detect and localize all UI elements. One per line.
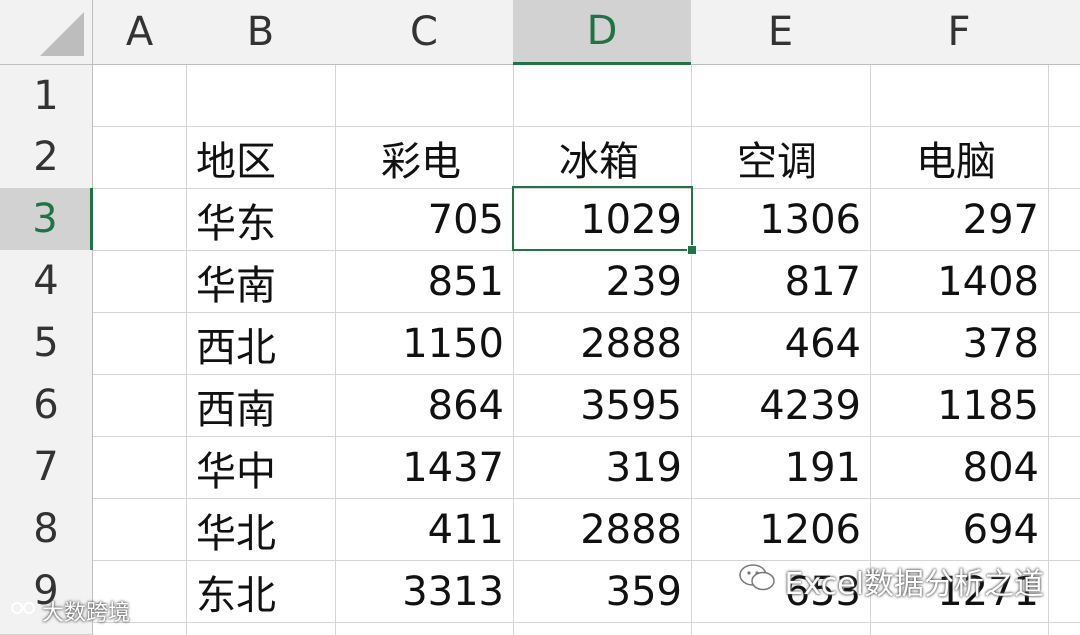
cell-E3[interactable]: 1306 (691, 188, 871, 251)
cell-F2[interactable]: 电脑 (870, 126, 1049, 189)
cell-B8[interactable]: 华北 (186, 498, 336, 561)
watermark-left: 大数跨境 (10, 595, 130, 627)
cell-F4[interactable]: 1408 (870, 250, 1049, 313)
select-all-corner[interactable] (0, 0, 93, 65)
watermark-right: Excel数据分析之道 (737, 559, 1044, 603)
cell-F7[interactable]: 804 (870, 436, 1049, 499)
watermark-right-text: Excel数据分析之道 (784, 567, 1044, 602)
cell-F6[interactable]: 1185 (870, 374, 1049, 437)
spreadsheet-grid: A B C D E F 1 2 3 4 5 6 7 8 9 地区 彩电 冰箱 空… (0, 0, 1080, 635)
cell-B4[interactable]: 华南 (186, 250, 336, 313)
brand-logo-icon (10, 597, 38, 625)
cell-F3[interactable]: 297 (870, 188, 1049, 251)
cell-C7[interactable]: 1437 (335, 436, 514, 499)
column-header-g[interactable] (1048, 0, 1080, 65)
cell-E5[interactable]: 464 (691, 312, 871, 375)
cell-F5[interactable]: 378 (870, 312, 1049, 375)
select-all-icon (40, 12, 84, 56)
wechat-icon (737, 561, 777, 601)
cell-F8[interactable]: 694 (870, 498, 1049, 561)
active-cell-border (512, 186, 697, 255)
watermark-left-text: 大数跨境 (42, 601, 131, 626)
cell-B9[interactable]: 东北 (186, 560, 336, 623)
row-header-5[interactable]: 5 (0, 312, 93, 375)
column-header-e[interactable]: E (691, 0, 871, 65)
row-header-1[interactable]: 1 (0, 65, 93, 127)
cell-C8[interactable]: 411 (335, 498, 514, 561)
cell-B3[interactable]: 华东 (186, 188, 336, 251)
row-header-3[interactable]: 3 (0, 188, 93, 251)
row-header-8[interactable]: 8 (0, 498, 93, 561)
fill-handle[interactable] (687, 245, 697, 255)
cell-C4[interactable]: 851 (335, 250, 514, 313)
column-header-f[interactable]: F (870, 0, 1049, 65)
row-header-4[interactable]: 4 (0, 250, 93, 313)
cell-D8[interactable]: 2888 (513, 498, 692, 561)
cell-B5[interactable]: 西北 (186, 312, 336, 375)
row-header-7[interactable]: 7 (0, 436, 93, 499)
cell-D6[interactable]: 3595 (513, 374, 692, 437)
cell-B7[interactable]: 华中 (186, 436, 336, 499)
cell-D5[interactable]: 2888 (513, 312, 692, 375)
cell-C9[interactable]: 3313 (335, 560, 514, 623)
row-header-2[interactable]: 2 (0, 126, 93, 189)
column-header-b[interactable]: B (186, 0, 336, 65)
cell-E6[interactable]: 4239 (691, 374, 871, 437)
cell-B6[interactable]: 西南 (186, 374, 336, 437)
cell-E8[interactable]: 1206 (691, 498, 871, 561)
column-header-a[interactable]: A (93, 0, 187, 65)
cell-D7[interactable]: 319 (513, 436, 692, 499)
cell-D9[interactable]: 359 (513, 560, 692, 623)
cell-C6[interactable]: 864 (335, 374, 514, 437)
row-header-6[interactable]: 6 (0, 374, 93, 437)
cell-C2[interactable]: 彩电 (335, 126, 514, 189)
cell-C3[interactable]: 705 (335, 188, 514, 251)
cell-E4[interactable]: 817 (691, 250, 871, 313)
cell-D2[interactable]: 冰箱 (513, 126, 692, 189)
column-header-c[interactable]: C (335, 0, 514, 65)
cell-D4[interactable]: 239 (513, 250, 692, 313)
cell-C5[interactable]: 1150 (335, 312, 514, 375)
column-header-d[interactable]: D (513, 0, 692, 65)
cell-E2[interactable]: 空调 (691, 126, 871, 189)
cell-E7[interactable]: 191 (691, 436, 871, 499)
cell-B2[interactable]: 地区 (186, 126, 336, 189)
